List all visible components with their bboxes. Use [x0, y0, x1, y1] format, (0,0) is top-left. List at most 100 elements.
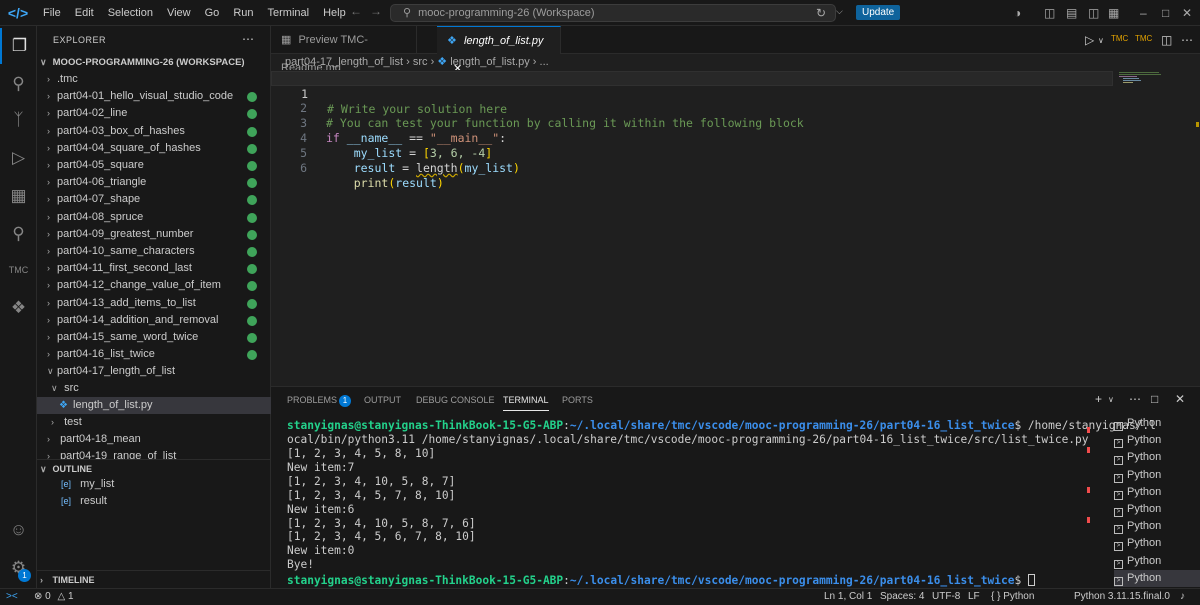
python-icon[interactable]: ❖ [0, 290, 37, 326]
code-line-2[interactable]: 2 # You can test your function by callin… [271, 86, 1113, 130]
search-icon[interactable]: ⚲ [0, 66, 37, 102]
close-icon[interactable]: ✕ [1182, 6, 1192, 20]
file-length-of-list[interactable]: ❖ length_of_list.py [37, 397, 271, 414]
minimize-icon[interactable]: – [1140, 6, 1147, 20]
encoding[interactable]: UTF-8 [932, 589, 960, 605]
toggle-sidebar-icon[interactable]: ◫ [1044, 6, 1055, 20]
tab-debug-console[interactable]: DEBUG CONSOLE [416, 393, 495, 411]
tree-folder-item[interactable]: › part04-11_first_second_last [37, 260, 271, 277]
maximize-icon[interactable]: □ [1162, 6, 1169, 20]
tab-output[interactable]: OUTPUT [364, 393, 401, 411]
source-control-icon[interactable]: ᛉ [0, 102, 37, 138]
folder-test[interactable]: › test [37, 414, 271, 431]
end-of-line[interactable]: LF [968, 589, 980, 605]
code-line-4[interactable]: 4 my_list = [3, 6, -4] [271, 116, 1113, 160]
tree-folder-item[interactable]: › part04-15_same_word_twice [37, 329, 271, 346]
breadcrumb-more[interactable]: ... [540, 56, 549, 68]
code-line-3[interactable]: 3 if __name__ == "__main__": [271, 101, 1113, 145]
menu-view[interactable]: View [160, 0, 198, 26]
explorer-icon[interactable]: ❐ [0, 28, 37, 64]
extensions-icon[interactable]: ▦ [0, 178, 37, 214]
tab-ports[interactable]: PORTS [562, 393, 593, 411]
maximize-panel-icon[interactable]: □ [1151, 392, 1158, 406]
breadcrumb-file[interactable]: length_of_list.py [450, 56, 530, 68]
outline-item-result[interactable]: [e] result [37, 493, 271, 510]
command-center-search[interactable]: ⚲ mooc-programming-26 (Workspace) [390, 4, 836, 22]
tmc-submit-icon[interactable]: TMC [1135, 34, 1152, 43]
folder-src[interactable]: ∨ src [37, 380, 271, 397]
terminal-instance[interactable]: > Python [1114, 432, 1200, 449]
update-button[interactable]: Update [856, 5, 901, 20]
tree-folder-item[interactable]: › part04-01_hello_visual_studio_code [37, 88, 271, 105]
timeline-section[interactable]: › TIMELINE [37, 570, 271, 588]
minimap[interactable] [1119, 70, 1161, 84]
terminal-instance[interactable]: > Python [1114, 535, 1200, 552]
tab-terminal[interactable]: TERMINAL [503, 393, 549, 411]
menu-terminal[interactable]: Terminal [261, 0, 317, 26]
split-editor-icon[interactable]: ◫ [1161, 33, 1172, 47]
run-dropdown-icon[interactable]: ∨ [1098, 36, 1104, 45]
terminal-instance[interactable]: > Python [1114, 553, 1200, 570]
menu-selection[interactable]: Selection [101, 0, 160, 26]
tree-folder-item[interactable]: › part04-02_line [37, 105, 271, 122]
cursor-position[interactable]: Ln 1, Col 1 [824, 589, 872, 605]
tree-folder-item[interactable]: › part04-16_list_twice [37, 346, 271, 363]
menu-run[interactable]: Run [226, 0, 260, 26]
tab-problems[interactable]: PROBLEMS 1 [287, 393, 352, 411]
code-editor[interactable]: 1 # Write your solution here 2 # You can… [271, 70, 1200, 386]
terminal-instance[interactable]: > Python [1114, 449, 1200, 466]
run-debug-icon[interactable]: ▷ [0, 140, 37, 176]
more-actions-icon[interactable]: ⋯ [242, 32, 255, 46]
tab-length-of-list[interactable]: ❖ length_of_list.py ✕ [437, 26, 561, 75]
terminal-instance[interactable]: > Python [1114, 569, 1200, 587]
terminal-instance[interactable]: > Python [1114, 501, 1200, 518]
breadcrumb-folder[interactable]: part04-17_length_of_list [285, 56, 403, 68]
tree-folder-item[interactable]: › part04-03_box_of_hashes [37, 123, 271, 140]
code-line-6[interactable]: 6 print(result) [271, 146, 1113, 190]
code-line-5[interactable]: 5 result = length(my_list) [271, 131, 1113, 175]
workspace-root[interactable]: ∨ MOOC-PROGRAMMING-26 (WORKSPACE) [37, 54, 271, 71]
tree-folder-item[interactable]: › part04-04_square_of_hashes [37, 140, 271, 157]
tmc-run-tests-icon[interactable]: TMC [1111, 34, 1128, 43]
toggle-secondary-sidebar-icon[interactable]: ◫ [1088, 6, 1099, 20]
close-panel-icon[interactable]: ✕ [1175, 392, 1185, 406]
tree-folder-item[interactable]: › .tmc [37, 71, 271, 88]
terminal-instance[interactable]: > Python [1114, 467, 1200, 484]
notifications-icon[interactable]: ♪ [1180, 589, 1185, 605]
terminal-instance[interactable]: > Python [1114, 484, 1200, 501]
account-icon[interactable]: ☺ [0, 512, 37, 548]
chevron-down-icon[interactable]: ⌵ [836, 6, 843, 17]
python-interpreter[interactable]: Python 3.11.15.final.0 [1074, 589, 1170, 605]
toggle-panel-icon[interactable]: ▤ [1066, 6, 1077, 20]
tree-folder-item[interactable]: ∨ part04-17_length_of_list [37, 363, 271, 380]
menu-help[interactable]: Help [316, 0, 353, 26]
remote-icon[interactable]: >< [6, 589, 18, 605]
terminal-instance[interactable]: > Python [1114, 518, 1200, 535]
breadcrumb-src[interactable]: src [413, 56, 428, 68]
tree-folder-item[interactable]: › part04-06_triangle [37, 174, 271, 191]
tree-folder-item[interactable]: › part04-07_shape [37, 191, 271, 208]
layout-icon[interactable]: ▦ [1108, 6, 1119, 20]
tree-folder-item[interactable]: › part04-05_square [37, 157, 271, 174]
menu-file[interactable]: File [36, 0, 68, 26]
run-python-icon[interactable]: ▷ [1085, 33, 1094, 47]
tree-folder-item[interactable]: › part04-09_greatest_number [37, 226, 271, 243]
sync-icon[interactable]: ↻ [816, 6, 826, 20]
outline-section[interactable]: ∨ OUTLINE [37, 459, 271, 477]
language-mode[interactable]: { } Python [991, 589, 1034, 605]
indentation[interactable]: Spaces: 4 [880, 589, 924, 605]
tree-folder-item[interactable]: › part04-08_spruce [37, 209, 271, 226]
new-terminal-icon[interactable]: + [1095, 392, 1102, 406]
panel-more-icon[interactable]: ⋯ [1129, 392, 1141, 406]
terminal-instance[interactable]: > Python [1114, 415, 1200, 432]
tab-preview-readme[interactable]: ▦ Preview TMC-Readme.md [271, 26, 417, 74]
tree-folder-item[interactable]: › part04-13_add_items_to_list [37, 295, 271, 312]
tree-folder-item[interactable]: › part04-12_change_value_of_item [37, 277, 271, 294]
outline-item-my-list[interactable]: [e] my_list [37, 476, 271, 493]
editor-more-icon[interactable]: ⋯ [1181, 33, 1193, 47]
copilot-icon[interactable]: ◑ [1014, 6, 1021, 20]
folder-part04-18[interactable]: › part04-18_mean [37, 431, 271, 448]
terminal-prompt[interactable]: stanyignas@stanyignas-ThinkBook-15-G5-AB… [287, 574, 1107, 588]
problems-status[interactable]: ⊗ 0 △ 1 [34, 589, 74, 605]
forward-arrow-icon[interactable]: → [370, 4, 382, 18]
